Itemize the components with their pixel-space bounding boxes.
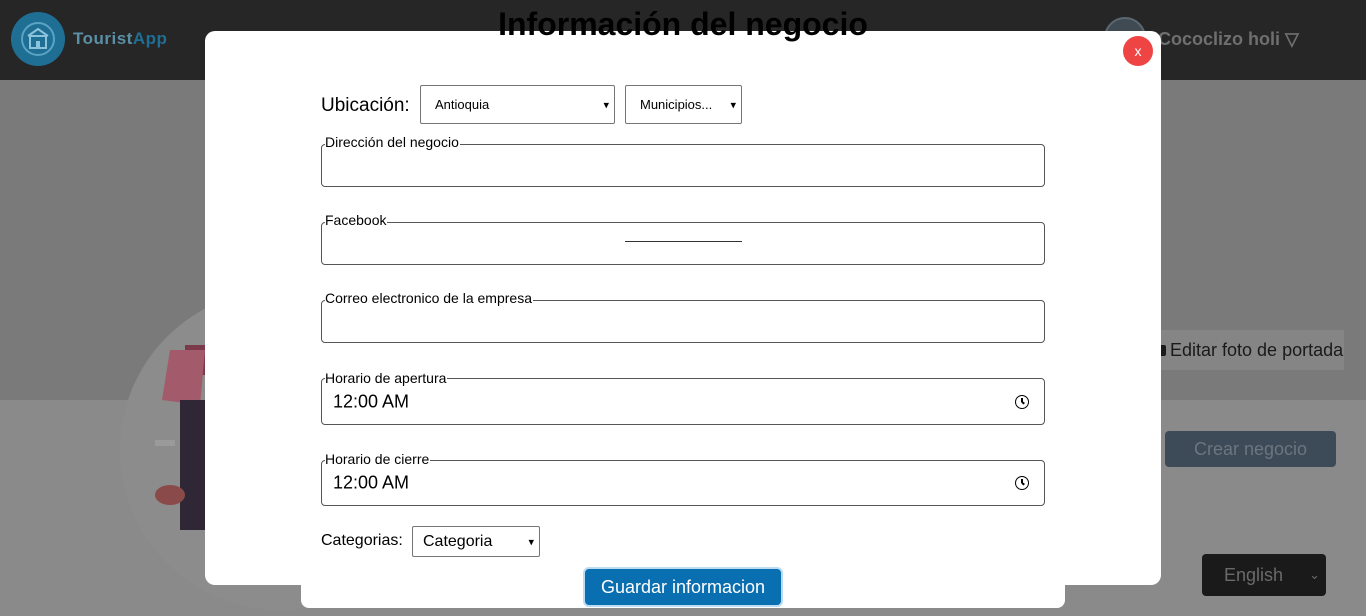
email-field[interactable]	[321, 300, 1045, 343]
location-label: Ubicación:	[321, 95, 410, 116]
store-illustration-icon	[155, 345, 210, 530]
opening-time-label: Horario de apertura	[325, 370, 448, 386]
municipality-select[interactable]: Municipios... ▾	[625, 85, 742, 124]
category-selected: Categoria	[423, 532, 493, 550]
divider	[625, 241, 742, 242]
chevron-down-icon: ▾	[603, 99, 609, 111]
closing-time-value: 12:00 AM	[333, 472, 410, 493]
category-select[interactable]: Categoria ▾	[412, 526, 540, 557]
edit-cover-button[interactable]: Editar foto de portada	[1146, 330, 1344, 370]
create-business-button[interactable]: Crear negocio	[1165, 431, 1336, 467]
chevron-down-icon: ▾	[730, 99, 736, 111]
opening-time-value: 12:00 AM	[333, 391, 410, 411]
clock-icon[interactable]	[1015, 394, 1029, 409]
close-button[interactable]: x	[1123, 36, 1153, 66]
facebook-field[interactable]	[321, 222, 1045, 265]
email-label: Correo electronico de la empresa	[325, 290, 533, 306]
chevron-down-icon: ⌄	[1309, 567, 1320, 582]
categories-label: Categorias:	[321, 532, 403, 549]
edit-cover-label: Editar foto de portada	[1170, 339, 1344, 360]
closing-time-label: Horario de cierre	[325, 451, 431, 467]
chevron-down-icon: ▾	[528, 536, 534, 548]
save-button[interactable]: Guardar informacion	[583, 567, 783, 607]
facebook-label: Facebook	[325, 212, 388, 228]
department-select[interactable]: Antioquia ▾	[420, 85, 615, 124]
language-select[interactable]: English ⌄	[1202, 554, 1326, 596]
clock-icon[interactable]	[1015, 476, 1029, 490]
address-label: Dirección del negocio	[325, 134, 460, 150]
department-selected: Antioquia	[435, 97, 490, 112]
address-field[interactable]	[321, 144, 1045, 187]
language-selected: English	[1224, 564, 1284, 585]
modal-title: Información del negocio	[498, 6, 868, 42]
municipality-selected: Municipios...	[640, 97, 713, 112]
